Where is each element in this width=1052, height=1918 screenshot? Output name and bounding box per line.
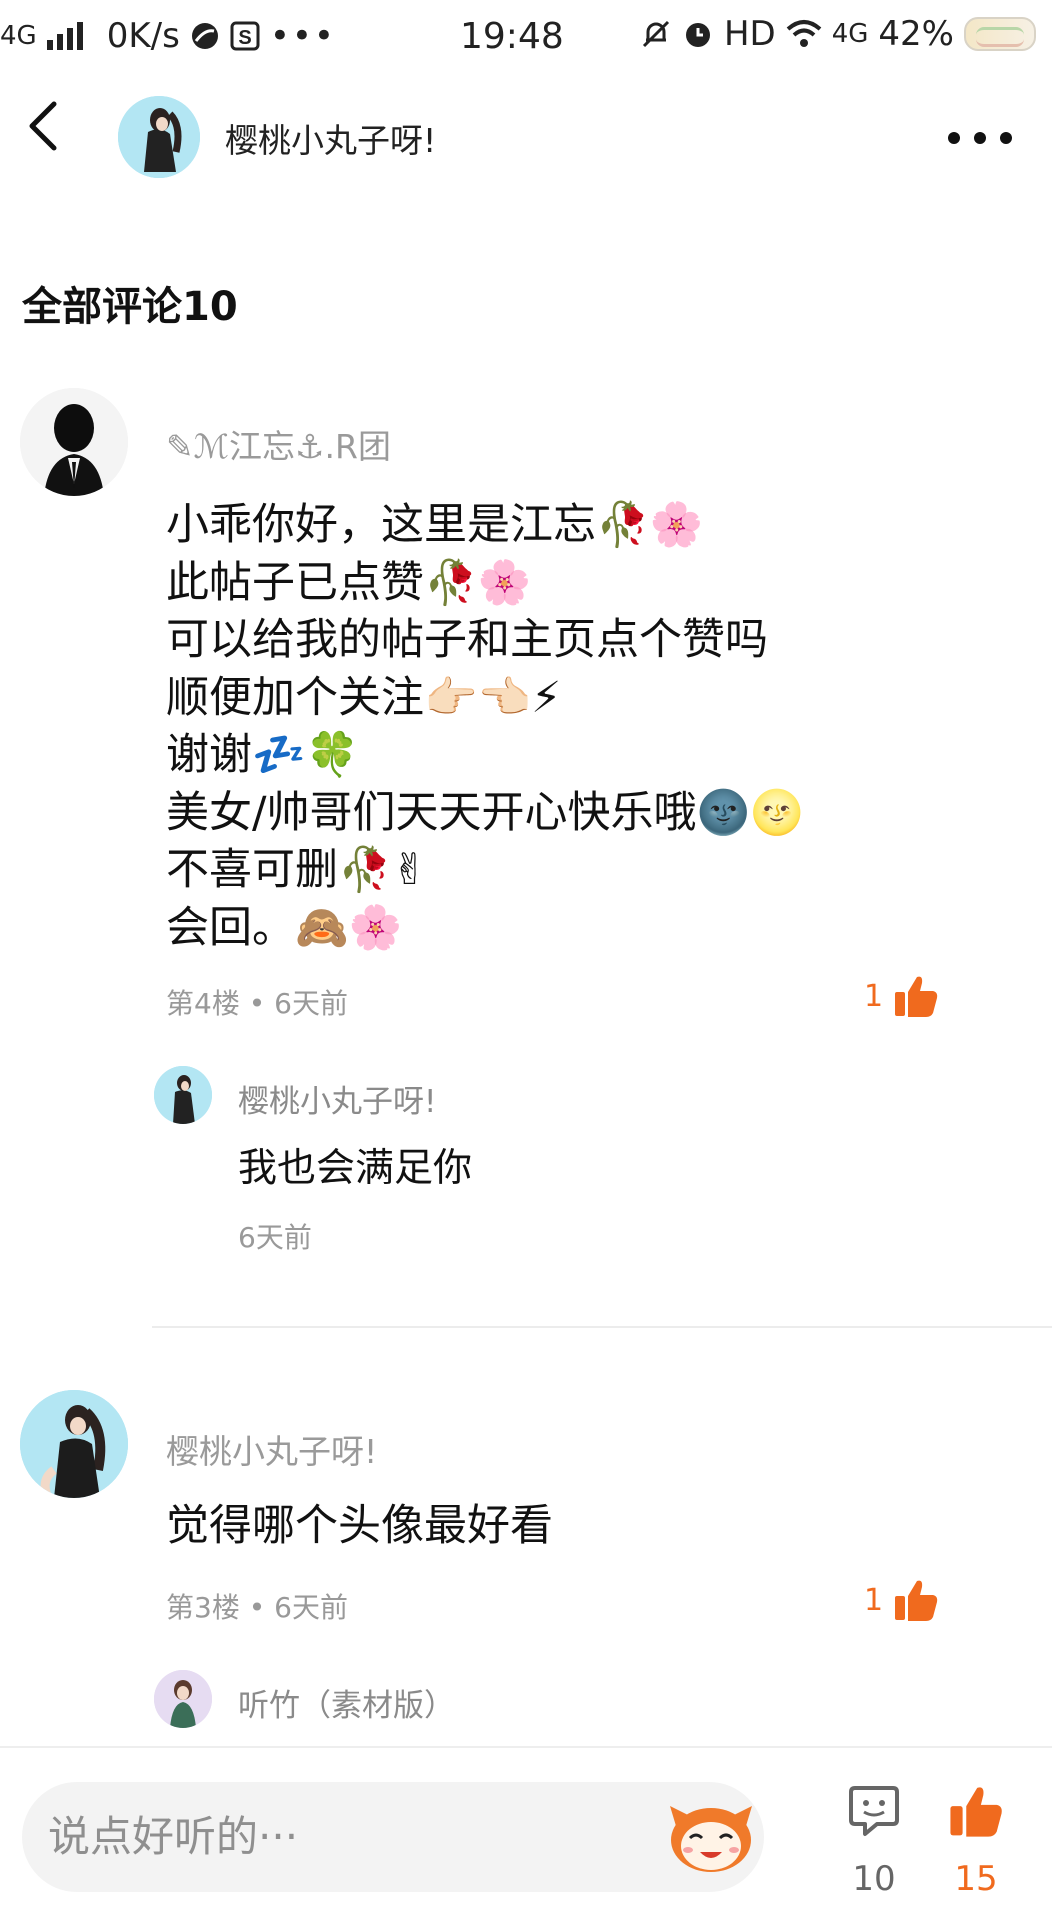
divider — [152, 1326, 1052, 1328]
like-total: 15 — [954, 1859, 998, 1899]
comment-line: 谢谢💤🍀 — [166, 730, 360, 780]
like-count: 1 — [864, 1582, 884, 1618]
like-count: 1 — [864, 978, 884, 1014]
comment-meta: 第4楼 • 6天前 — [166, 987, 348, 1020]
mute-bell-icon — [642, 20, 670, 48]
hd-label: HD — [723, 14, 776, 54]
app-s-icon: S — [230, 21, 260, 51]
comment-line: 顺便加个关注👉🏻👈🏻⚡ — [166, 672, 562, 723]
reply-text: 我也会满足你 — [238, 1146, 473, 1191]
comment-line: 可以给我的帖子和主页点个赞吗 — [166, 615, 768, 665]
battery-icon — [964, 17, 1036, 51]
comment-like-button[interactable]: 1 — [864, 974, 939, 1018]
comment-input[interactable]: 说点好听的··· — [22, 1782, 764, 1892]
comment-like-button[interactable]: 1 — [864, 1578, 939, 1622]
more-options-icon[interactable] — [948, 132, 1012, 144]
commenter-avatar[interactable] — [20, 388, 128, 496]
comment-bubble-icon — [849, 1786, 899, 1836]
comments-action[interactable]: 10 — [834, 1784, 914, 1899]
svg-text:S: S — [238, 27, 251, 49]
author-name[interactable]: 樱桃小丸子呀! — [225, 114, 436, 162]
commenter-avatar[interactable] — [20, 1390, 128, 1498]
network-type-right: 4G — [831, 19, 869, 49]
comment-line: 此帖子已点赞🥀🌸 — [166, 557, 532, 608]
reply-time: 6天前 — [238, 1221, 312, 1254]
thumbs-up-icon — [950, 1787, 1002, 1837]
comment-line: 小乖你好，这里是江忘🥀🌸 — [166, 500, 704, 550]
comment-text: 觉得哪个头像最好看 — [166, 1501, 553, 1551]
comment-count: 10 — [852, 1859, 896, 1899]
comment-line: 不喜可删🥀✌ — [166, 845, 428, 895]
reply-avatar[interactable] — [154, 1670, 212, 1728]
alarm-icon — [685, 23, 710, 47]
reply-username[interactable]: 听竹（素材版） — [238, 1680, 455, 1725]
clock: 19:48 — [460, 16, 564, 57]
thumbs-up-icon — [895, 976, 938, 1017]
wifi-icon — [786, 20, 822, 47]
mascot-emoji-icon[interactable] — [666, 1796, 756, 1878]
network-type: 4G — [0, 21, 37, 51]
post-header: 樱桃小丸子呀! — [0, 76, 1052, 196]
net-speed: 0K/s — [106, 16, 180, 56]
back-icon[interactable] — [18, 96, 68, 156]
comment-input-placeholder: 说点好听的··· — [48, 1812, 299, 1861]
comment-line: 美女/帅哥们天天开心快乐哦🌚🌝 — [166, 787, 804, 838]
app-notification-icon — [191, 23, 218, 49]
signal-icon — [46, 22, 83, 50]
commenter-name[interactable]: ✎ℳ江忘⚓.R团 — [166, 420, 391, 468]
more-notifications-icon: ••• — [269, 16, 336, 56]
author-avatar[interactable] — [118, 96, 200, 178]
status-bar: 4G 0K/s S ••• 19:48 HD 4G 42% — [0, 0, 1052, 76]
commenter-name[interactable]: 樱桃小丸子呀! — [166, 1425, 377, 1473]
reply-avatar[interactable] — [154, 1066, 212, 1124]
battery-percent: 42% — [878, 14, 954, 54]
comment-meta: 第3楼 • 6天前 — [166, 1591, 348, 1624]
likes-action[interactable]: 15 — [936, 1784, 1016, 1899]
comment-text: 小乖你好，这里是江忘🥀🌸 此帖子已点赞🥀🌸 可以给我的帖子和主页点个赞吗 顺便加… — [166, 497, 804, 957]
comment-line: 会回。🙈🌸 — [166, 902, 403, 953]
thumbs-up-icon — [895, 1580, 938, 1621]
bottom-bar: 说点好听的··· 10 15 — [0, 1746, 1052, 1918]
all-comments-title: 全部评论10 — [22, 284, 238, 330]
reply-username[interactable]: 樱桃小丸子呀! — [238, 1076, 436, 1121]
